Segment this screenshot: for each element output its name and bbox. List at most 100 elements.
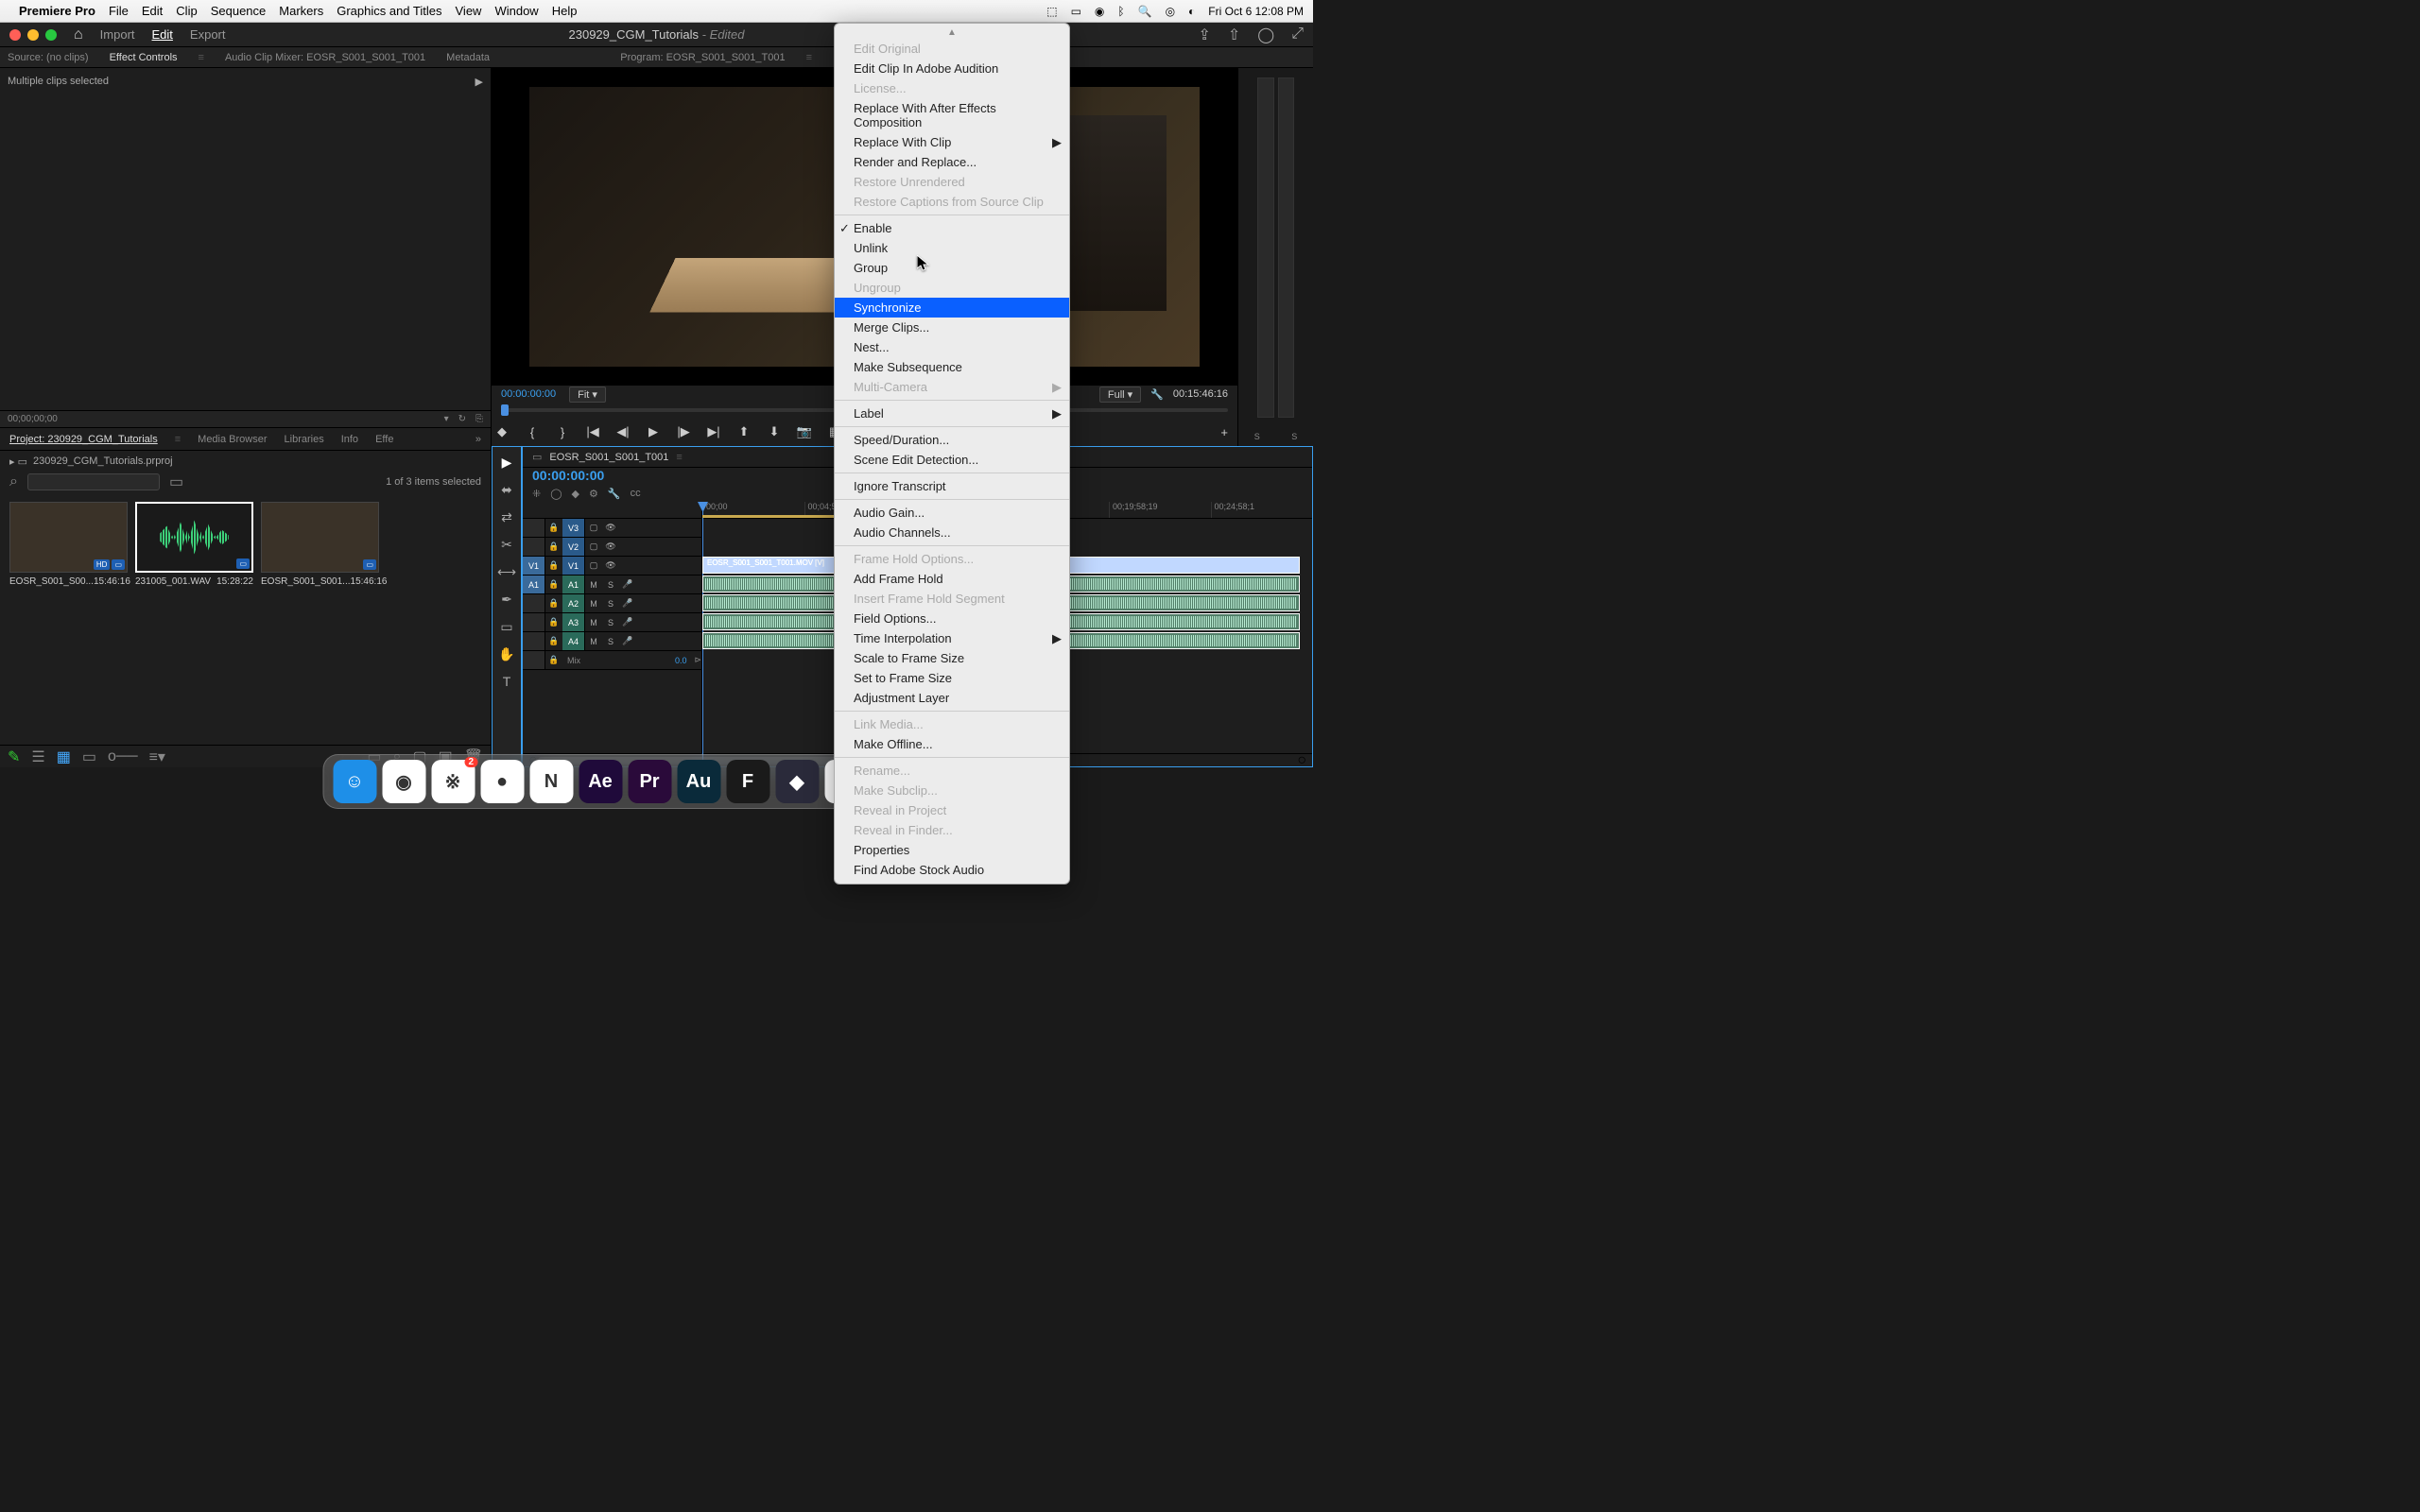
context-menu-item[interactable]: Adjustment Layer (835, 688, 1069, 708)
tab-program[interactable]: Program: EOSR_S001_S001_T001 (620, 52, 785, 63)
dock-app-finder[interactable]: ☺ (333, 760, 376, 803)
pen-tool-icon[interactable]: ✒ (501, 592, 512, 608)
goto-out-icon[interactable]: ▶| (703, 424, 724, 439)
pencil-icon[interactable]: ✎ (8, 747, 20, 766)
context-menu-item[interactable]: Unlink (835, 238, 1069, 258)
tab-source[interactable]: Source: (no clips) (8, 52, 89, 63)
tab-info[interactable]: Info (341, 434, 358, 445)
context-menu-item[interactable]: Edit Clip In Adobe Audition (835, 59, 1069, 78)
extract-icon[interactable]: ⬇ (764, 424, 785, 439)
context-menu-item[interactable]: ✓Enable (835, 218, 1069, 238)
status-search-icon[interactable]: 🔍 (1138, 5, 1152, 18)
bin-item[interactable]: ▭ 231005_001.WAV15:28:22 (135, 502, 253, 735)
context-menu-item[interactable]: Render and Replace... (835, 152, 1069, 172)
context-menu-item[interactable]: Properties (835, 840, 1069, 860)
dock-app-audition[interactable]: Au (677, 760, 720, 803)
window-close[interactable] (9, 29, 21, 41)
menu-sequence[interactable]: Sequence (211, 4, 267, 18)
rect-tool-icon[interactable]: ▭ (500, 619, 512, 635)
quick-export-icon[interactable]: ⇪ (1198, 26, 1210, 44)
settings-icon[interactable]: 🔧 (1150, 388, 1164, 401)
dock-app-slack[interactable]: ※2 (431, 760, 475, 803)
fullscreen-icon[interactable]: ⤢ (1291, 26, 1304, 44)
tab-metadata[interactable]: Metadata (446, 52, 490, 63)
seq-folder-icon[interactable]: ▭ (532, 451, 542, 463)
hand-tool-icon[interactable]: ✋ (498, 646, 514, 662)
scroll-up-icon[interactable]: ▲ (835, 27, 1069, 39)
bin-filter-icon[interactable]: ▭ (169, 472, 183, 491)
context-menu-item[interactable]: Time Interpolation▶ (835, 628, 1069, 648)
program-tc-in[interactable]: 00:00:00:00 (501, 388, 556, 400)
status-rec-icon[interactable]: ⬚ (1046, 5, 1057, 18)
bin-icon[interactable]: ⎘ (475, 414, 483, 424)
menu-window[interactable]: Window (494, 4, 538, 18)
tab-media-browser[interactable]: Media Browser (198, 434, 267, 445)
playhead[interactable] (501, 404, 509, 416)
sequence-name[interactable]: EOSR_S001_S001_T001 (549, 452, 668, 463)
button-editor-icon[interactable]: + (1220, 425, 1228, 439)
step-back-icon[interactable]: ◀| (613, 424, 633, 439)
window-maximize[interactable] (45, 29, 57, 41)
list-view-icon[interactable]: ☰ (31, 747, 44, 766)
context-menu-item[interactable]: Speed/Duration... (835, 430, 1069, 450)
context-menu-item[interactable]: Scale to Frame Size (835, 648, 1069, 668)
lift-icon[interactable]: ⬆ (734, 424, 754, 439)
context-menu-item[interactable]: Ignore Transcript (835, 476, 1069, 496)
wrench-icon[interactable]: 🔧 (608, 488, 621, 500)
status-wifi-icon[interactable]: ◉ (1095, 5, 1104, 18)
context-menu-item[interactable]: Merge Clips... (835, 318, 1069, 337)
snap-icon[interactable]: ⁜ (532, 488, 541, 500)
tabs-overflow-icon[interactable]: » (475, 434, 481, 445)
track-mix[interactable]: 🔒Mix0.0⊳ (523, 651, 701, 670)
menu-clip[interactable]: Clip (176, 4, 197, 18)
ec-disclosure-icon[interactable]: ▶ (475, 76, 483, 88)
goto-in-icon[interactable]: |◀ (582, 424, 603, 439)
play-icon[interactable]: ▶ (643, 424, 664, 439)
context-menu-item[interactable]: Scene Edit Detection... (835, 450, 1069, 470)
tab-audio-mixer[interactable]: Audio Clip Mixer: EOSR_S001_S001_T001 (225, 52, 425, 63)
status-cc-icon[interactable]: ◎ (1166, 5, 1175, 18)
track-a3[interactable]: 🔒A3MS🎤 (523, 613, 701, 632)
window-minimize[interactable] (27, 29, 39, 41)
linked-sel-icon[interactable]: ◯ (550, 488, 562, 500)
menu-view[interactable]: View (456, 4, 482, 18)
track-v2[interactable]: 🔒V2▢👁 (523, 538, 701, 557)
zoom-fit-dropdown[interactable]: Fit ▾ (569, 387, 606, 403)
ripple-tool-icon[interactable]: ⇄ (501, 509, 512, 525)
razor-tool-icon[interactable]: ✂ (501, 537, 512, 553)
mark-out-icon[interactable]: } (552, 425, 573, 439)
status-bt-icon[interactable]: ᛒ (1117, 5, 1124, 18)
dock-app-figma[interactable]: F (726, 760, 769, 803)
new-item-icon[interactable]: ↻ (458, 414, 466, 424)
export-frame-icon[interactable]: 📷 (794, 424, 815, 439)
mark-in-icon[interactable]: { (522, 425, 543, 439)
dock-app-asana[interactable]: ● (480, 760, 524, 803)
step-fwd-icon[interactable]: |▶ (673, 424, 694, 439)
marker-icon[interactable]: ◆ (572, 488, 579, 500)
context-menu-item[interactable]: Set to Frame Size (835, 668, 1069, 688)
zoom-slider[interactable]: o── (108, 748, 138, 765)
filter-icon[interactable]: ▾ (444, 414, 449, 424)
freeform-view-icon[interactable]: ▭ (82, 747, 96, 766)
dock-app-after-effects[interactable]: Ae (579, 760, 622, 803)
tab-effects[interactable]: Effe (375, 434, 393, 445)
menu-help[interactable]: Help (552, 4, 578, 18)
context-menu-item[interactable]: Label▶ (835, 404, 1069, 423)
track-a4[interactable]: 🔒A4MS🎤 (523, 632, 701, 651)
slip-tool-icon[interactable]: ⟷ (497, 564, 516, 580)
mode-export[interactable]: Export (190, 27, 226, 42)
type-tool-icon[interactable]: T (503, 674, 511, 689)
tab-project[interactable]: Project: 230929_CGM_Tutorials (9, 434, 158, 445)
context-menu-item[interactable]: Audio Channels... (835, 523, 1069, 542)
dock-app-notion[interactable]: N (529, 760, 573, 803)
settings-icon[interactable]: ⚙ (589, 488, 598, 500)
dock-app-chrome[interactable]: ◉ (382, 760, 425, 803)
context-menu-item[interactable]: Replace With Clip▶ (835, 132, 1069, 152)
status-siri-icon[interactable]: ◐ (1188, 5, 1195, 18)
project-filename[interactable]: 230929_CGM_Tutorials.prproj (33, 455, 173, 467)
track-v1[interactable]: V1🔒V1▢👁 (523, 557, 701, 576)
context-menu-item[interactable]: Group (835, 258, 1069, 278)
dock-app-premiere-pro[interactable]: Pr (628, 760, 671, 803)
progress-icon[interactable]: ◯ (1257, 26, 1274, 44)
menu-file[interactable]: File (109, 4, 129, 18)
